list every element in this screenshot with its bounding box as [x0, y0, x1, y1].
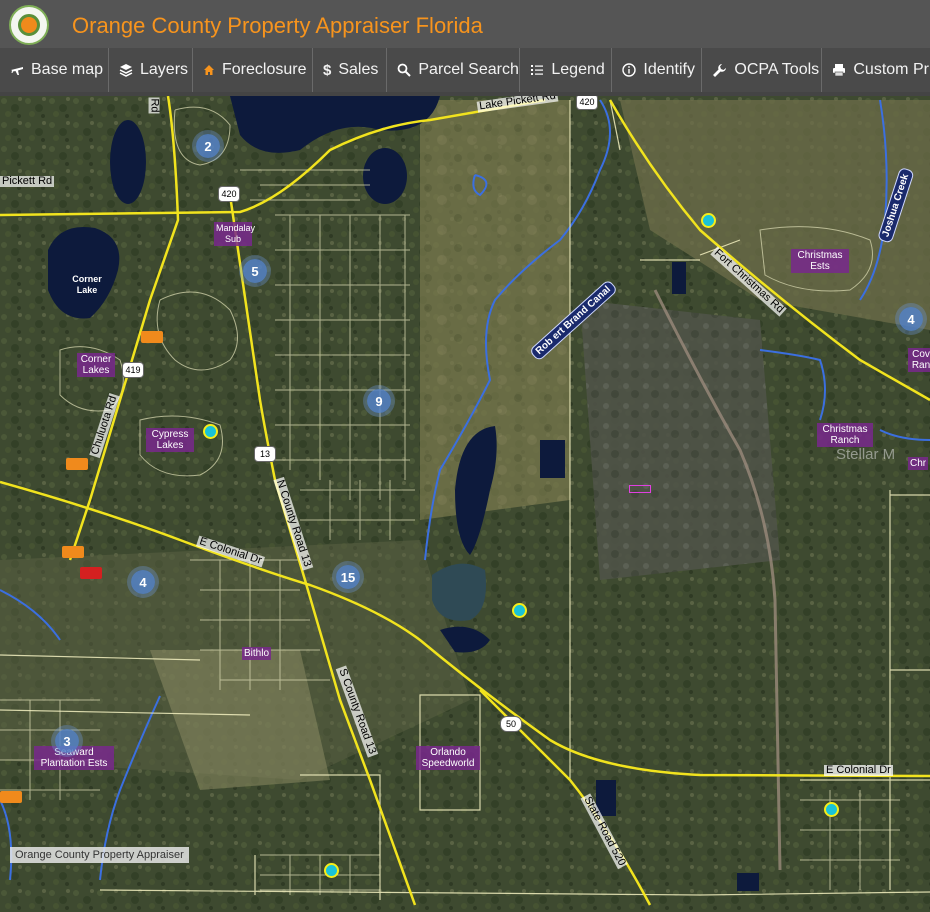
legend-button[interactable]: Legend	[520, 48, 613, 92]
parcel-search-button[interactable]: Parcel Search	[387, 48, 521, 92]
lake-small-1	[110, 120, 146, 204]
school-bus-icon[interactable]	[62, 546, 84, 558]
chr-label: Chr	[908, 457, 929, 470]
sales-label: Sales	[338, 61, 379, 78]
list-icon	[531, 65, 544, 75]
parcel-highlight[interactable]	[629, 485, 651, 493]
cluster-marker[interactable]: 5	[243, 259, 267, 283]
school-bus-icon[interactable]	[0, 791, 22, 803]
e-colonial-dr-east-label: E Colonial Dr	[824, 764, 893, 776]
map-attribution: Orange County Property Appraiser	[10, 847, 189, 863]
map-view[interactable]: Corner Lake Mandalay Sub Corner Lakes Cy…	[0, 96, 930, 912]
parcel-search-label: Parcel Search	[418, 61, 519, 78]
corner-lake-label: Corner Lake	[72, 274, 102, 295]
lake-small-2	[363, 148, 407, 204]
property-marker[interactable]	[203, 424, 218, 439]
property-marker[interactable]	[512, 603, 527, 618]
identify-label: Identify	[643, 61, 695, 78]
cluster-marker[interactable]: 4	[131, 570, 155, 594]
ocpa-tools-button[interactable]: OCPA Tools	[702, 48, 823, 92]
pickett-rd-label: Pickett Rd	[0, 175, 55, 187]
property-marker[interactable]	[324, 863, 339, 878]
quarry-lake-3	[432, 563, 486, 621]
quarry-lake-2	[540, 440, 565, 478]
route-420-shield: 420	[218, 186, 240, 202]
school-bus-icon[interactable]	[66, 458, 88, 470]
map-canvas[interactable]	[0, 96, 930, 912]
base-map-label: Base map	[31, 61, 104, 78]
foreclosure-label: Foreclosure	[222, 61, 307, 78]
layers-icon	[119, 64, 133, 77]
pond-3	[672, 262, 686, 294]
route-13-shield: 13	[254, 446, 276, 462]
cluster-marker[interactable]: 3	[55, 729, 79, 753]
airplane-icon	[11, 67, 23, 75]
app-title: Orange County Property Appraiser Florida	[72, 13, 483, 38]
christmas-ranch-label: Christmas Ranch	[817, 423, 873, 447]
layers-label: Layers	[140, 61, 189, 78]
route-419-shield: 419	[122, 362, 144, 378]
identify-button[interactable]: Identify	[612, 48, 703, 92]
bithlo-label: Bithlo	[242, 647, 272, 660]
cypress-lakes-label: Cypress Lakes	[146, 428, 194, 452]
cluster-marker[interactable]: 2	[196, 134, 220, 158]
cluster-marker[interactable]: 9	[367, 389, 391, 413]
sales-button[interactable]: $ Sales	[313, 48, 388, 92]
home-icon	[204, 65, 214, 75]
custom-print-button[interactable]: Custom Pri	[822, 48, 930, 92]
christmas-ests-label: Christmas Ests	[791, 249, 849, 273]
app-header: Orange County Property Appraiser Florida	[0, 0, 930, 48]
layers-button[interactable]: Layers	[109, 48, 193, 92]
legend-label: Legend	[551, 61, 605, 78]
cluster-marker[interactable]: 15	[336, 565, 360, 589]
info-icon	[622, 63, 637, 77]
base-map-button[interactable]: Base map	[0, 48, 109, 92]
orlando-speedworld-label: Orlando Speedworld	[416, 746, 480, 770]
pond-2	[737, 873, 759, 891]
rd-top-label: Rd	[148, 97, 161, 114]
property-marker[interactable]	[824, 802, 839, 817]
toolbar: Base map Layers Foreclosure $ Sales Parc…	[0, 48, 930, 96]
cluster-marker[interactable]: 4	[899, 307, 923, 331]
search-icon	[397, 63, 412, 77]
cov-ranch-label: Cov Ran	[908, 348, 930, 372]
fire-truck-icon[interactable]	[80, 567, 102, 579]
dollar-icon: $	[323, 61, 332, 79]
custom-print-label: Custom Pri	[853, 61, 930, 78]
printer-icon	[833, 64, 846, 77]
property-marker[interactable]	[701, 213, 716, 228]
route-420-top-shield: 420	[576, 96, 598, 110]
foreclosure-button[interactable]: Foreclosure	[193, 48, 313, 92]
corner-lakes-label: Corner Lakes	[77, 353, 115, 377]
wrench-icon	[713, 63, 727, 77]
route-50-shield: 50	[500, 716, 522, 732]
ocpa-tools-label: OCPA Tools	[734, 61, 820, 78]
mandalay-sub-label: Mandalay Sub	[214, 222, 256, 246]
ocpa-logo[interactable]	[9, 5, 49, 45]
school-bus-icon[interactable]	[141, 331, 163, 343]
watermark: Stellar M	[836, 446, 896, 463]
